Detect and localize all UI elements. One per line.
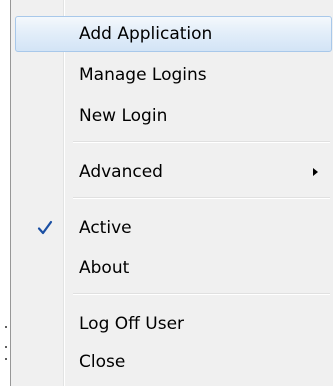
- menu-item-new-login[interactable]: New Login: [15, 98, 332, 134]
- menu-separator: [73, 293, 330, 295]
- menu-item-advanced[interactable]: Advanced: [15, 154, 332, 190]
- menu-item-label: New Login: [79, 106, 168, 126]
- menu-item-log-off-user[interactable]: Log Off User: [15, 306, 332, 342]
- menu-item-active[interactable]: Active: [15, 210, 332, 246]
- menu-item-label: Add Application: [79, 24, 213, 44]
- submenu-arrow-icon: [313, 168, 318, 176]
- edge-artifact: [5, 326, 7, 328]
- menu-item-add-application[interactable]: Add Application: [15, 16, 332, 52]
- menu-item-manage-logins[interactable]: Manage Logins: [15, 57, 332, 93]
- menu-item-label: Log Off User: [79, 314, 185, 334]
- menu-item-close[interactable]: Close: [15, 344, 332, 380]
- menu-item-label: Advanced: [79, 162, 163, 182]
- menu-item-label: Active: [79, 218, 132, 238]
- checkmark-icon: [37, 220, 53, 235]
- menu-separator: [73, 141, 330, 143]
- edge-artifact: [5, 346, 7, 348]
- menu-item-label: Manage Logins: [79, 65, 207, 85]
- screenshot-canvas: Add Application Manage Logins New Login …: [0, 0, 333, 386]
- context-menu: Add Application Manage Logins New Login …: [10, 0, 333, 386]
- menu-item-about[interactable]: About: [15, 250, 332, 286]
- menu-separator: [73, 197, 330, 199]
- menu-item-label: Close: [79, 352, 126, 372]
- menu-item-label: About: [79, 258, 130, 278]
- edge-artifact: [5, 358, 7, 360]
